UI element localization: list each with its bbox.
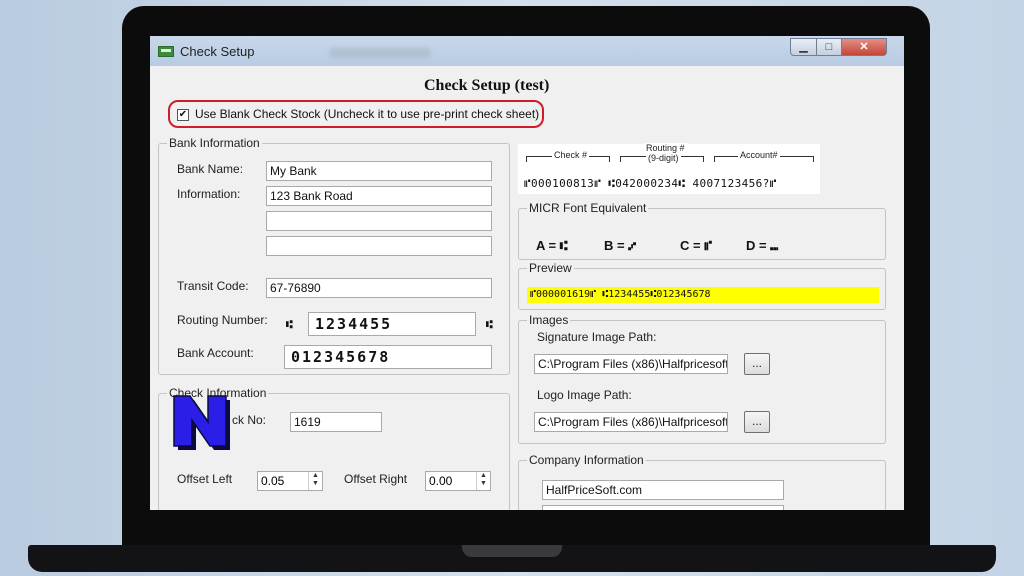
check-setup-window: Check Setup ▁ □ ✕ Check Setup (test) ✔ U… xyxy=(150,36,904,510)
preview-legend: Preview xyxy=(527,261,574,275)
maximize-button[interactable]: □ xyxy=(816,38,842,56)
bank-information-legend: Bank Information xyxy=(167,136,262,150)
routing-number-input[interactable]: 1234455 xyxy=(308,312,476,336)
micr-preview-line: ⑈000001619⑈ ⑆1234455⑆012345678 xyxy=(527,287,879,303)
company-second-field-edge[interactable] xyxy=(542,505,784,510)
minimize-button[interactable]: ▁ xyxy=(790,38,817,56)
routing-transit-symbol-right: ⑆ xyxy=(486,318,493,331)
offset-right-value: 0.00 xyxy=(429,474,453,488)
n-logo-overlay xyxy=(173,395,230,450)
close-button[interactable]: ✕ xyxy=(841,38,887,56)
routing-digits-caption: (9-digit) xyxy=(646,153,681,163)
title-bar: Check Setup ▁ □ ✕ xyxy=(150,36,904,66)
signature-image-path-label: Signature Image Path: xyxy=(537,330,657,344)
offset-left-value: 0.05 xyxy=(261,474,285,488)
micr-c-equivalent: C = ⑈ xyxy=(680,238,713,253)
laptop-hinge-notch xyxy=(462,545,562,557)
offset-right-spin-arrows[interactable]: ▲ ▼ xyxy=(476,472,490,490)
micr-d-equivalent: D = ⑉ xyxy=(746,238,779,253)
blank-check-highlight: ✔ Use Blank Check Stock (Uncheck it to u… xyxy=(168,100,544,128)
information-line-3-input[interactable] xyxy=(266,236,492,256)
micr-sample-line: ⑈000100813⑈ ⑆042000234⑆ 4007123456?⑈ xyxy=(524,177,777,190)
information-line-1-input[interactable]: 123 Bank Road xyxy=(266,186,492,206)
check-no-input[interactable]: 1619 xyxy=(290,412,382,432)
transit-code-label: Transit Code: xyxy=(177,279,249,293)
window-title: Check Setup xyxy=(180,44,255,59)
company-information-legend: Company Information xyxy=(527,453,646,467)
logo-image-path-label: Logo Image Path: xyxy=(537,388,632,402)
check-number-caption: Check # xyxy=(552,150,590,160)
logo-image-path-input[interactable]: C:\Program Files (x86)\Halfpricesoft\e xyxy=(534,412,728,432)
bank-name-input[interactable]: My Bank xyxy=(266,161,492,181)
bank-name-label: Bank Name: xyxy=(177,162,244,176)
blank-check-stock-label[interactable]: Use Blank Check Stock (Uncheck it to use… xyxy=(195,107,539,121)
app-check-icon xyxy=(158,46,174,57)
page-title: Check Setup (test) xyxy=(424,77,550,94)
micr-a-equivalent: A = ⑆ xyxy=(536,238,568,253)
information-line-2-input[interactable] xyxy=(266,211,492,231)
micr-b-equivalent: B = ⑇ xyxy=(604,238,637,253)
check-no-label: ck No: xyxy=(232,413,267,427)
micr-font-equivalent-legend: MICR Font Equivalent xyxy=(527,201,649,215)
images-legend: Images xyxy=(527,313,571,327)
company-name-input[interactable]: HalfPriceSoft.com xyxy=(542,480,784,500)
offset-left-label: Offset Left xyxy=(177,472,233,486)
offset-left-spinner[interactable]: 0.05 ▲ ▼ xyxy=(257,471,323,491)
signature-browse-button[interactable]: ... xyxy=(744,353,770,375)
transit-code-input[interactable]: 67-76890 xyxy=(266,278,492,298)
signature-image-path-input[interactable]: C:\Program Files (x86)\Halfpricesoft\e xyxy=(534,354,728,374)
logo-browse-button[interactable]: ... xyxy=(744,411,770,433)
offset-right-label: Offset Right xyxy=(344,472,408,486)
blank-check-stock-checkbox[interactable]: ✔ xyxy=(177,109,189,121)
information-label: Information: xyxy=(177,187,241,201)
blurred-title-text xyxy=(330,48,430,58)
routing-transit-symbol-left: ⑆ xyxy=(286,318,293,331)
account-number-caption: Account# xyxy=(738,150,780,160)
micr-line-sample: Check # Routing # (9-digit) Account# ⑈00… xyxy=(518,143,820,194)
bank-account-label: Bank Account: xyxy=(177,346,254,360)
routing-number-label: Routing Number: xyxy=(177,313,268,327)
routing-number-caption: Routing # xyxy=(644,143,687,153)
offset-left-spin-arrows[interactable]: ▲ ▼ xyxy=(308,472,322,490)
offset-right-spinner[interactable]: 0.00 ▲ ▼ xyxy=(425,471,491,491)
bank-account-input[interactable]: 012345678 xyxy=(284,345,492,369)
